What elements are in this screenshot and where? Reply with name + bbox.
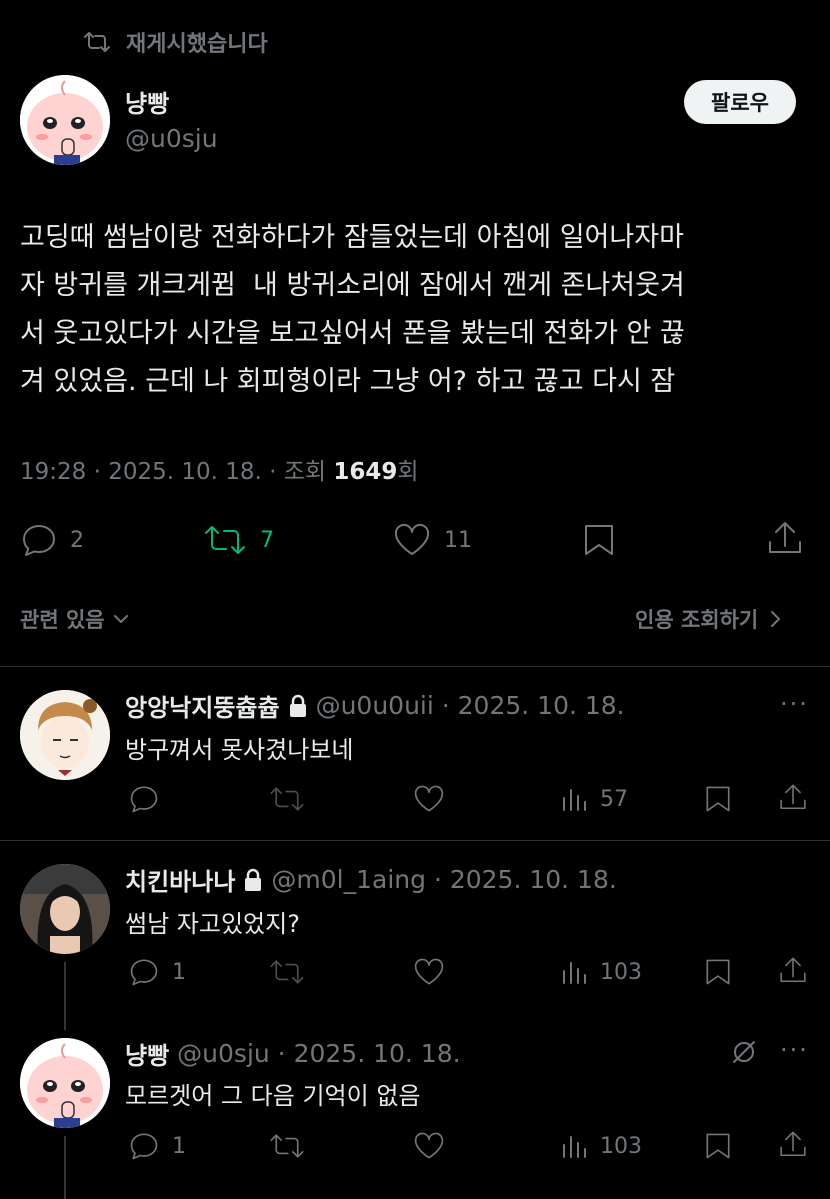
more-options-icon[interactable]: ··· [780,690,809,718]
lock-icon [288,694,308,718]
view-count: 1649 [333,459,398,485]
bookmark-icon [582,522,616,558]
lock-icon [243,868,263,892]
repost-icon-active [202,522,248,558]
author-name[interactable]: 냥빵 [125,84,169,119]
tweet-text: 고딩때 썸남이랑 전화하다가 잠들었는데 아침에 일어나자마 자 방귀를 개크게… [20,222,685,397]
repost-button[interactable]: 7 [202,522,274,558]
share-icon [778,782,808,814]
tweet-meta: 19:28 · 2025. 10. 18. · 조회 1649회 [20,452,419,486]
tweet-timestamp[interactable]: 19:28 · 2025. 10. 18. · 조회 [20,459,333,485]
author-handle[interactable]: @u0sju [125,124,218,153]
chevron-right-icon [768,609,782,629]
reply-2-text: 썸남 자고있었지? [125,910,300,938]
divider [0,840,830,841]
bookmark-icon [704,784,732,814]
share-button[interactable] [766,520,804,558]
reply-3-bookmark-button[interactable] [704,1131,732,1161]
repost-count: 7 [260,527,274,553]
like-count: 11 [444,527,472,553]
heart-icon [412,1131,446,1161]
reply-1-header: 앙앙낙지뚱츕츕 @u0u0uii · 2025. 10. 18. [125,688,625,723]
repost-icon [82,30,112,54]
reply-1-share-button[interactable] [778,782,808,814]
reply-3-like-button[interactable] [412,1131,446,1161]
reply-1-avatar[interactable] [20,690,110,780]
reply-3-share-button[interactable] [778,1129,808,1161]
reply-3-view-count: 103 [600,1133,642,1159]
bookmark-icon [704,1131,732,1161]
share-icon [766,520,804,558]
reply-3-repost-button[interactable] [268,1131,306,1161]
reply-3-text: 모르겟어 그 다음 기억이 없음 [125,1082,421,1110]
share-icon [778,955,808,987]
reply-2-bookmark-button[interactable] [704,957,732,987]
reply-2-like-button[interactable] [412,957,446,987]
heart-icon [392,522,432,558]
reply-1-name[interactable]: 앙앙낙지뚱츕츕 [125,688,280,723]
repost-label: 재게시했습니다 [126,32,268,57]
related-label: 관련 있음 [20,608,105,632]
share-icon [778,1129,808,1161]
reply-count: 2 [70,527,84,553]
bookmark-button[interactable] [582,522,616,558]
reply-icon [128,784,160,814]
reply-2-avatar[interactable] [20,864,110,954]
reply-3-handle[interactable]: @u0sju · 2025. 10. 18. [177,1039,460,1068]
thread-connector [64,962,66,1030]
author-avatar[interactable] [20,75,110,165]
view-suffix: 회 [397,459,419,485]
views-icon [560,784,588,814]
repost-icon [268,1131,306,1161]
reposted-indicator: 재게시했습니다 [82,26,268,58]
reply-3-name[interactable]: 냥빵 [125,1036,169,1071]
reply-1-like-button[interactable] [412,784,446,814]
hidden-reply-icon[interactable] [730,1038,758,1066]
reply-3-views[interactable]: 103 [560,1131,642,1161]
reply-icon [128,1131,160,1161]
related-toggle[interactable]: 관련 있음 [20,604,131,634]
reply-2-views[interactable]: 103 [560,957,642,987]
more-options-icon[interactable]: ··· [780,1036,809,1064]
follow-button[interactable]: 팔로우 [684,80,796,124]
reply-1-handle[interactable]: @u0u0uii · 2025. 10. 18. [316,691,625,720]
repost-icon [268,784,306,814]
views-icon [560,1131,588,1161]
reply-1-repost-button[interactable] [268,784,306,814]
reply-2-header: 치킨바나나 @m0l_1aing · 2025. 10. 18. [125,862,617,897]
reply-1-text: 방구껴서 못사겼나보네 [125,736,354,764]
like-button[interactable]: 11 [392,522,472,558]
reply-1-reply-button[interactable] [128,784,172,814]
reply-icon [20,522,58,558]
bookmark-icon [704,957,732,987]
reply-button[interactable]: 2 [20,522,84,558]
thread-connector [64,1136,66,1199]
quotes-label: 인용 조회하기 [635,608,759,632]
reply-1-view-count: 57 [600,786,628,812]
reply-3-reply-button[interactable]: 1 [128,1131,186,1161]
reply-2-handle[interactable]: @m0l_1aing · 2025. 10. 18. [271,865,616,894]
reply-2-name[interactable]: 치킨바나나 [125,862,235,897]
reply-2-view-count: 103 [600,959,642,985]
heart-icon [412,957,446,987]
reply-2-reply-count: 1 [172,959,186,985]
view-quotes-link[interactable]: 인용 조회하기 [635,604,782,634]
reply-3-header: 냥빵 @u0sju · 2025. 10. 18. [125,1036,461,1071]
reply-icon [128,957,160,987]
reply-3-reply-count: 1 [172,1133,186,1159]
reply-1-bookmark-button[interactable] [704,784,732,814]
reply-2-repost-button[interactable] [268,957,306,987]
repost-icon [268,957,306,987]
views-icon [560,957,588,987]
reply-2-share-button[interactable] [778,955,808,987]
reply-3-avatar[interactable] [20,1038,110,1128]
heart-icon [412,784,446,814]
reply-1-views[interactable]: 57 [560,784,628,814]
divider [0,666,830,667]
reply-2-reply-button[interactable]: 1 [128,957,186,987]
chevron-down-icon [111,611,131,627]
